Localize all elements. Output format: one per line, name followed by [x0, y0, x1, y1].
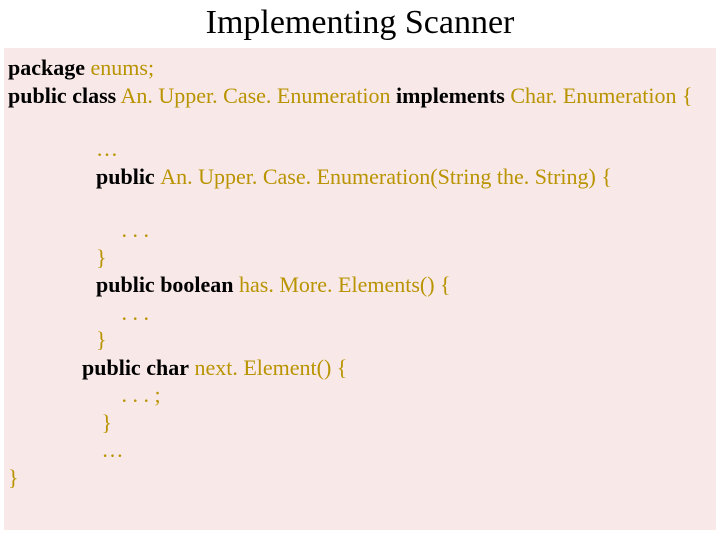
code-text: }	[8, 465, 19, 490]
code-line: }	[8, 464, 712, 492]
keyword-implements: implements	[396, 83, 505, 108]
code-line: . . . ;	[8, 381, 712, 409]
code-text: enums;	[85, 55, 154, 80]
slide: Implementing Scanner package enums; publ…	[0, 0, 720, 540]
code-text: . . . ;	[116, 382, 161, 407]
code-line: public boolean has. More. Elements() {	[8, 271, 712, 299]
code-line: }	[8, 326, 712, 354]
code-text: An. Upper. Case. Enumeration(String the.…	[160, 164, 612, 189]
code-line: …	[8, 436, 712, 464]
keyword-public-class: public class	[8, 83, 116, 108]
code-text: Char. Enumeration {	[505, 83, 693, 108]
keyword-public-boolean: public boolean	[96, 272, 234, 297]
slide-title: Implementing Scanner	[0, 0, 720, 48]
code-text: }	[96, 327, 107, 352]
code-text: }	[96, 245, 107, 270]
blank-line	[8, 190, 712, 216]
code-block: package enums; public class An. Upper. C…	[4, 48, 716, 530]
code-line: . . .	[8, 216, 712, 244]
keyword-public: public	[96, 164, 160, 189]
code-line: public An. Upper. Case. Enumeration(Stri…	[8, 163, 712, 191]
code-text: }	[96, 410, 112, 435]
code-line: }	[8, 409, 712, 437]
code-text: …	[96, 136, 118, 161]
keyword-public-char: public char	[82, 355, 189, 380]
code-line: package enums;	[8, 54, 712, 82]
keyword-package: package	[8, 55, 85, 80]
code-text: …	[96, 437, 124, 462]
code-line: …	[8, 135, 712, 163]
code-line: }	[8, 244, 712, 272]
code-text: . . .	[116, 217, 149, 242]
code-line: public class An. Upper. Case. Enumeratio…	[8, 82, 712, 110]
code-line: public char next. Element() {	[8, 354, 712, 382]
code-text: . . .	[116, 300, 149, 325]
blank-line	[8, 109, 712, 135]
code-text: has. More. Elements() {	[234, 272, 451, 297]
code-text: next. Element() {	[189, 355, 347, 380]
code-text: An. Upper. Case. Enumeration	[116, 83, 396, 108]
code-line: . . .	[8, 299, 712, 327]
